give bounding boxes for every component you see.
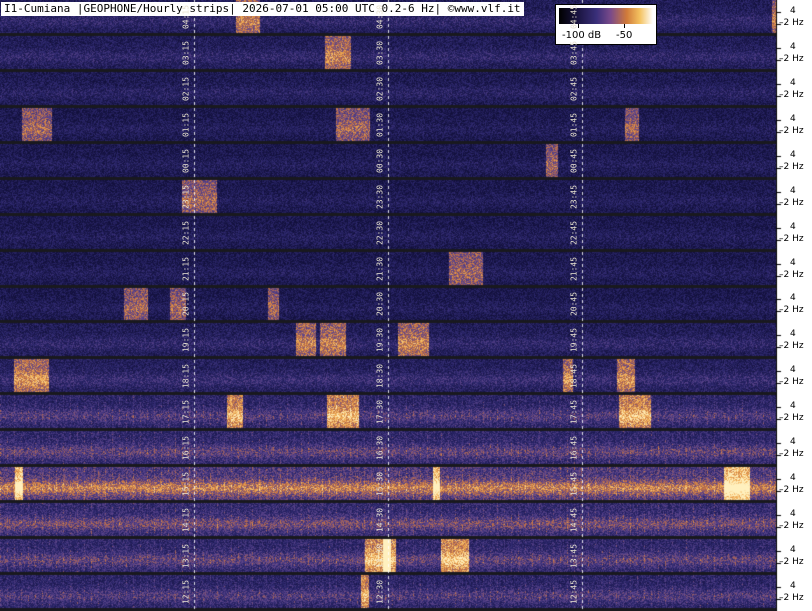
time-marker-label: 13:15: [181, 543, 191, 568]
y-tick-label: 4: [790, 401, 796, 411]
time-marker-label: 04:15: [181, 4, 191, 29]
time-marker-label: 22:45: [569, 220, 579, 245]
y-tick-label: 4: [790, 509, 796, 519]
y-tick-label: –2 Hz: [779, 54, 804, 64]
time-marker-label: 19:45: [569, 327, 579, 352]
time-marker-label: 12:45: [569, 579, 579, 604]
colorbar-min-label: -100 dB: [562, 30, 602, 41]
time-marker-label: 17:30: [375, 399, 385, 424]
y-tick-label: –2 Hz: [779, 126, 804, 136]
y-tick-label: –2 Hz: [779, 449, 804, 459]
y-tick-label: 4: [790, 150, 796, 160]
time-marker-label: 20:45: [569, 291, 579, 317]
y-tick-label: 4: [790, 329, 796, 339]
time-marker-label: 12:30: [375, 579, 385, 604]
time-marker-label: 22:30: [375, 220, 385, 245]
time-marker-label: 20:30: [375, 291, 385, 317]
y-tick-label: –2 Hz: [779, 18, 804, 28]
time-marker-label: 16:30: [375, 435, 385, 460]
colorbar-tick-max: [624, 24, 625, 28]
time-marker-label: 16:45: [569, 435, 579, 460]
time-marker-label: 14:30: [375, 507, 385, 532]
time-marker-label: 14:45: [569, 507, 579, 532]
time-marker-label: 17:15: [181, 399, 191, 424]
y-tick-label: –2 Hz: [779, 305, 804, 315]
chart-title: I1-Cumiana |GEOPHONE/Hourly strips| 2026…: [1, 2, 524, 16]
y-tick-label: –2 Hz: [779, 377, 804, 387]
y-tick-label: 4: [790, 293, 796, 303]
time-marker-label: 01:45: [569, 112, 579, 137]
y-tick-label: –2 Hz: [779, 90, 804, 100]
time-marker-label: 19:15: [181, 327, 191, 352]
y-tick-label: –2 Hz: [779, 234, 804, 244]
y-tick-label: –2 Hz: [779, 521, 804, 531]
time-marker-label: 15:45: [569, 471, 579, 496]
time-marker-label: 23:30: [375, 184, 385, 209]
y-tick-label: 4: [790, 78, 796, 88]
y-tick-label: 4: [790, 437, 796, 447]
time-marker-label: 02:45: [569, 76, 579, 101]
time-marker-label: 01:15: [181, 112, 191, 137]
time-marker-label: 01:30: [375, 112, 385, 137]
y-tick-label: –2 Hz: [779, 485, 804, 495]
time-marker-label: 21:30: [375, 256, 385, 281]
y-tick-label: –2 Hz: [779, 341, 804, 351]
time-marker-label: 21:15: [181, 256, 191, 281]
time-marker-label: 22:15: [181, 220, 191, 245]
y-tick-label: –2 Hz: [779, 198, 804, 208]
time-marker-label: 00:15: [181, 148, 191, 173]
time-marker-label: 15:30: [375, 471, 385, 496]
y-tick-label: 4: [790, 186, 796, 196]
y-tick-label: 4: [790, 114, 796, 124]
time-marker-label: 03:15: [181, 40, 191, 65]
y-tick-label: –2 Hz: [779, 593, 804, 603]
time-marker-label: 04:45: [569, 4, 579, 29]
time-marker-label: 00:45: [569, 148, 579, 173]
y-tick-label: 4: [790, 545, 796, 555]
time-marker-label: 18:45: [569, 363, 579, 388]
time-marker-label: 03:45: [569, 40, 579, 65]
y-tick-label: 4: [790, 42, 796, 52]
colorbar-max-label: -50: [616, 30, 633, 41]
time-marker-label: 16:15: [181, 435, 191, 460]
time-marker-label: 23:15: [181, 184, 191, 209]
time-marker-label: 13:30: [375, 543, 385, 568]
time-marker-label: 18:15: [181, 363, 191, 388]
time-marker-label: 02:15: [181, 76, 191, 101]
y-tick-label: 4: [790, 365, 796, 375]
y-tick-label: –2 Hz: [779, 557, 804, 567]
time-marker-label: 21:45: [569, 256, 579, 281]
time-marker-label: 17:45: [569, 399, 579, 424]
time-marker-label: 20:15: [181, 291, 191, 317]
time-marker-label: 03:30: [375, 40, 385, 65]
y-tick-label: 4: [790, 473, 796, 483]
time-marker-label: 18:30: [375, 363, 385, 388]
y-tick-label: 4: [790, 222, 796, 232]
time-marker-label: 00:30: [375, 148, 385, 173]
y-tick-label: –2 Hz: [779, 270, 804, 280]
time-marker-label: 15:15: [181, 471, 191, 496]
time-marker-label: 04:30: [375, 4, 385, 29]
time-marker-label: 23:45: [569, 184, 579, 209]
y-tick-label: –2 Hz: [779, 162, 804, 172]
y-tick-label: –2 Hz: [779, 413, 804, 423]
y-tick-label: 4: [790, 258, 796, 268]
time-marker-label: 02:30: [375, 76, 385, 101]
y-tick-label: 4: [790, 6, 796, 16]
time-marker-label: 14:15: [181, 507, 191, 532]
time-marker-label: 19:30: [375, 327, 385, 352]
spectrogram-canvas: [0, 0, 812, 611]
time-marker-label: 13:45: [569, 543, 579, 568]
y-tick-label: 4: [790, 581, 796, 591]
time-marker-label: 12:15: [181, 579, 191, 604]
